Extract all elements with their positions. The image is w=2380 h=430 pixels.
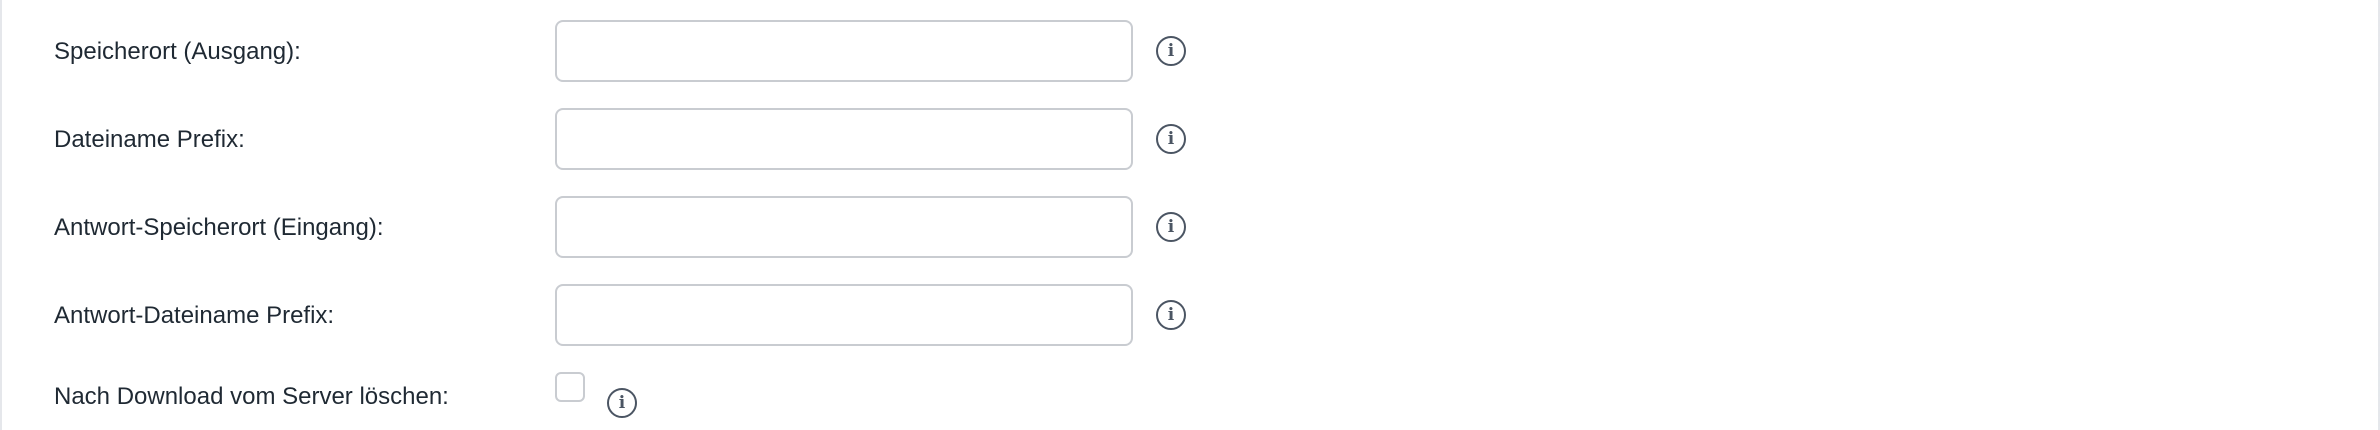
form-row-output-location: Speicherort (Ausgang): i [0,20,1300,84]
storage-settings-form: Speicherort (Ausgang): i Dateiname Prefi… [0,0,2380,430]
response-filename-prefix-input[interactable] [555,284,1133,346]
delete-after-download-label: Nach Download vom Server löschen: [54,383,449,410]
info-icon[interactable]: i [607,388,637,418]
form-row-delete-after-download: Nach Download vom Server löschen: i [0,372,1300,422]
form-row-response-filename-prefix: Antwort-Dateiname Prefix: i [0,284,1300,348]
output-location-input[interactable] [555,20,1133,82]
info-icon[interactable]: i [1156,36,1186,66]
info-icon[interactable]: i [1156,124,1186,154]
info-icon[interactable]: i [1156,300,1186,330]
response-filename-prefix-label: Antwort-Dateiname Prefix: [54,302,335,329]
response-location-input[interactable] [555,196,1133,258]
output-location-label: Speicherort (Ausgang): [54,38,301,65]
form-row-response-location: Antwort-Speicherort (Eingang): i [0,196,1300,260]
info-icon[interactable]: i [1156,212,1186,242]
form-row-filename-prefix: Dateiname Prefix: i [0,108,1300,172]
filename-prefix-input[interactable] [555,108,1133,170]
filename-prefix-label: Dateiname Prefix: [54,126,245,153]
delete-after-download-checkbox[interactable] [555,372,585,402]
response-location-label: Antwort-Speicherort (Eingang): [54,214,384,241]
